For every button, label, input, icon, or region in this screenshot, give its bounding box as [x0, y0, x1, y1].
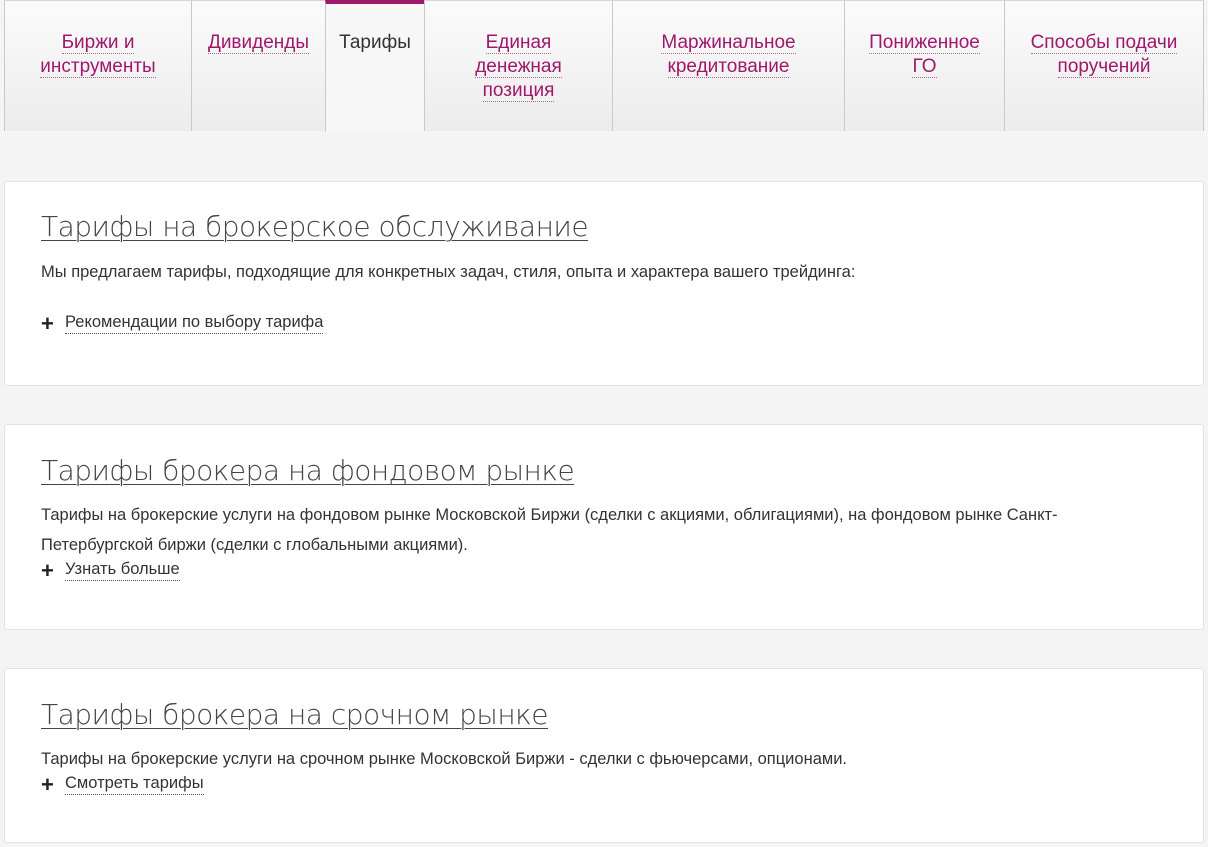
expand-toggle[interactable]: + Рекомендации по выбору тарифа — [41, 310, 1167, 336]
expand-link[interactable]: Узнать больше — [65, 560, 180, 581]
tab-label: инструменты — [40, 56, 156, 78]
plus-icon: + — [41, 771, 54, 797]
tab-label: денежная — [475, 56, 562, 78]
card-brokerage-tariffs: Тарифы на брокерское обслуживание Мы пре… — [4, 181, 1204, 386]
tab-label: ГО — [912, 56, 937, 78]
tab-label: Маржинальное — [661, 32, 796, 54]
tab-label: позиция — [482, 80, 555, 102]
tab-exchanges-instruments[interactable]: Биржи и инструменты — [4, 0, 191, 131]
tab-reduced-margin[interactable]: Пониженное ГО — [844, 0, 1004, 131]
tab-order-methods[interactable]: Способы подачи поручений — [1004, 0, 1204, 131]
plus-icon: + — [41, 310, 54, 336]
tab-label: поручений — [1057, 56, 1151, 78]
tab-tariffs[interactable]: Тарифы — [325, 0, 424, 132]
card-description: Тарифы на брокерские услуги на срочном р… — [41, 750, 848, 768]
card-title-link[interactable]: Тарифы брокера на срочном рынке — [41, 698, 548, 731]
card-title-link[interactable]: Тарифы на брокерское обслуживание — [41, 210, 589, 243]
tab-label: Единая — [485, 32, 552, 54]
card-description: Мы предлагаем тарифы, подходящие для кон… — [41, 263, 856, 281]
plus-icon: + — [41, 557, 54, 583]
tab-margin-lending[interactable]: Маржинальное кредитование — [612, 0, 844, 131]
expand-toggle[interactable]: + Узнать больше — [41, 557, 1167, 583]
tab-dividends[interactable]: Дивиденды — [191, 0, 325, 131]
tab-label: Биржи и — [61, 32, 135, 54]
tab-label: Тарифы — [339, 32, 411, 53]
expand-link[interactable]: Рекомендации по выбору тарифа — [65, 313, 324, 334]
card-title-link[interactable]: Тарифы брокера на фондовом рынке — [41, 454, 575, 487]
tab-label: Пониженное — [869, 32, 980, 54]
card-description: Тарифы на брокерские услуги на фондовом … — [41, 506, 1058, 554]
tab-label: Дивиденды — [207, 32, 310, 54]
tab-unified-cash-position[interactable]: Единая денежная позиция — [424, 0, 612, 131]
card-stock-market-tariffs: Тарифы брокера на фондовом рынке Тарифы … — [4, 424, 1204, 630]
tab-label: кредитование — [667, 56, 790, 78]
card-derivatives-tariffs: Тарифы брокера на срочном рынке Тарифы н… — [4, 668, 1204, 843]
expand-link[interactable]: Смотреть тарифы — [65, 774, 204, 795]
tab-bar: Биржи и инструменты Дивиденды Тарифы Еди… — [4, 0, 1204, 132]
expand-toggle[interactable]: + Смотреть тарифы — [41, 771, 1167, 797]
tab-label: Способы подачи — [1030, 32, 1178, 54]
